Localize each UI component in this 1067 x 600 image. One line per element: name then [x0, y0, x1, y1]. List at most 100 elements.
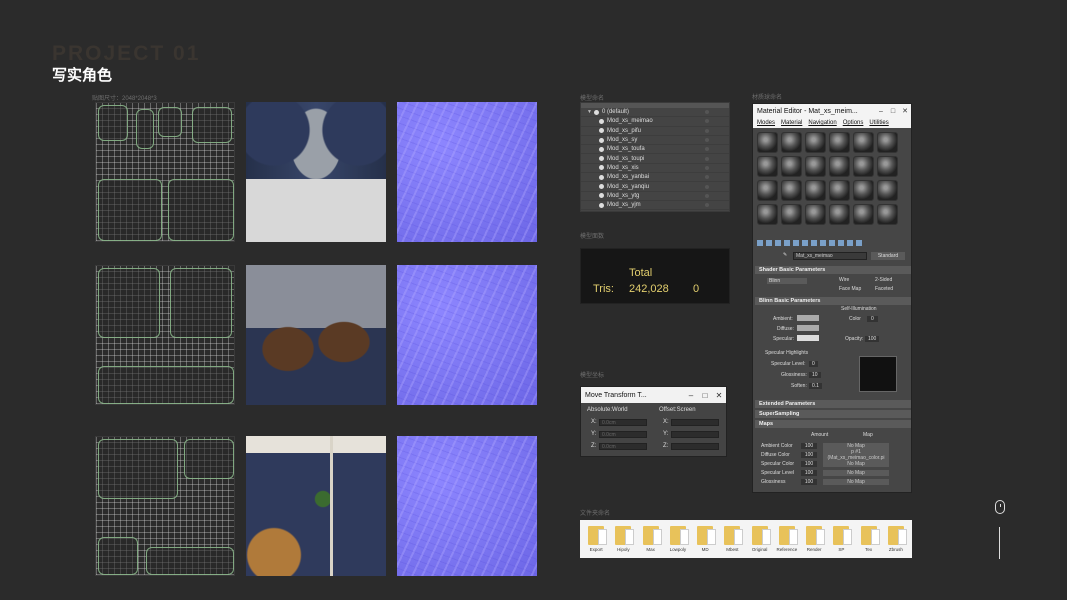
material-slot[interactable]	[805, 156, 826, 177]
scene-item[interactable]: Mod_xs_yanbai	[581, 173, 729, 183]
assign-material-icon[interactable]	[775, 240, 781, 246]
eyedropper-icon[interactable]: ✎	[783, 252, 787, 258]
folder-item[interactable]: Zbrush	[884, 526, 908, 552]
material-slot[interactable]	[877, 180, 898, 201]
material-slot[interactable]	[757, 180, 778, 201]
extended-params-rollout[interactable]: Extended Parameters	[755, 400, 911, 408]
material-slot[interactable]	[853, 132, 874, 153]
layer-default[interactable]: ▼ 0 (default)	[581, 108, 729, 118]
folder-item[interactable]: Mbest	[720, 526, 744, 552]
material-slot[interactable]	[829, 204, 850, 225]
specular-swatch[interactable]	[797, 335, 819, 341]
material-slot[interactable]	[757, 156, 778, 177]
folder-item[interactable]: MD	[693, 526, 717, 552]
get-material-icon[interactable]	[757, 240, 763, 246]
shader-select[interactable]: Blinn	[767, 278, 807, 284]
minimize-button[interactable]: –	[875, 108, 887, 115]
maximize-button[interactable]: □	[887, 108, 899, 115]
go-sibling-icon[interactable]	[856, 240, 862, 246]
put-to-scene-icon[interactable]	[766, 240, 772, 246]
spec-level-value[interactable]: 0	[809, 361, 818, 367]
scene-item[interactable]: Mod_xs_toupi	[581, 154, 729, 164]
scene-item[interactable]: Mod_xs_yanqiu	[581, 182, 729, 192]
material-slot[interactable]	[829, 132, 850, 153]
material-slot[interactable]	[781, 204, 802, 225]
self-illum-value[interactable]: 0	[867, 316, 878, 322]
off-y-field[interactable]	[671, 431, 719, 438]
material-slot[interactable]	[781, 156, 802, 177]
go-parent-icon[interactable]	[847, 240, 853, 246]
material-slot[interactable]	[877, 132, 898, 153]
material-slot[interactable]	[853, 180, 874, 201]
close-button[interactable]: ✕	[712, 391, 726, 400]
show-end-icon[interactable]	[838, 240, 844, 246]
close-button[interactable]: ✕	[899, 107, 911, 115]
abs-x-field[interactable]: 0.0cm	[599, 419, 647, 426]
menu-material[interactable]: Material	[781, 120, 802, 126]
opacity-value[interactable]: 100	[865, 336, 880, 342]
material-slot[interactable]	[853, 204, 874, 225]
minimize-button[interactable]: –	[684, 391, 698, 400]
folder-item[interactable]: Hipoly	[611, 526, 635, 552]
material-slot[interactable]	[781, 132, 802, 153]
soften-value[interactable]: 0.1	[809, 383, 822, 389]
material-editor-title: Material Editor - Mat_xs_meim...	[757, 107, 858, 115]
folder-icon	[887, 526, 907, 545]
off-x-field[interactable]	[671, 419, 719, 426]
two-sided-checkbox[interactable]: 2-Sided	[875, 277, 892, 283]
scene-item[interactable]: Mod_xs_ytg	[581, 192, 729, 201]
folder-item[interactable]: Reference	[775, 526, 799, 552]
maps-rollout[interactable]: Maps	[755, 420, 911, 428]
ambient-swatch[interactable]	[797, 315, 819, 321]
folder-item[interactable]: Export	[584, 526, 608, 552]
wire-checkbox[interactable]: Wire	[839, 277, 849, 283]
material-slot[interactable]	[781, 180, 802, 201]
material-slot[interactable]	[829, 156, 850, 177]
material-id-icon[interactable]	[820, 240, 826, 246]
folder-item[interactable]: Original	[748, 526, 772, 552]
face-map-checkbox[interactable]: Face Map	[839, 286, 861, 292]
material-slot[interactable]	[757, 132, 778, 153]
scene-item[interactable]: Mod_xs_toufa	[581, 145, 729, 155]
menu-navigation[interactable]: Navigation	[808, 120, 836, 126]
material-slot[interactable]	[877, 156, 898, 177]
faceted-checkbox[interactable]: Faceted	[875, 286, 893, 292]
unique-icon[interactable]	[802, 240, 808, 246]
material-slot[interactable]	[829, 180, 850, 201]
folder-item[interactable]: Max	[639, 526, 663, 552]
abs-z-field[interactable]: 0.0cm	[599, 443, 647, 450]
copy-material-icon[interactable]	[793, 240, 799, 246]
glossiness-value[interactable]: 10	[809, 372, 821, 378]
folder-item[interactable]: Tex	[857, 526, 881, 552]
visibility-icon	[599, 184, 604, 190]
material-slot[interactable]	[853, 156, 874, 177]
scene-item[interactable]: Mod_xs_xis	[581, 164, 729, 174]
supersampling-rollout[interactable]: SuperSampling	[755, 410, 911, 418]
off-z-field[interactable]	[671, 443, 719, 450]
blinn-basic-rollout[interactable]: Blinn Basic Parameters	[755, 297, 911, 305]
material-slot[interactable]	[757, 204, 778, 225]
material-slot[interactable]	[805, 132, 826, 153]
menu-modes[interactable]: Modes	[757, 120, 775, 126]
material-name-field[interactable]: Mat_xs_meimao	[793, 252, 867, 260]
show-map-icon[interactable]	[829, 240, 835, 246]
folder-item[interactable]: Render	[802, 526, 826, 552]
scene-item[interactable]: Mod_xs_meimao	[581, 117, 729, 127]
abs-y-field[interactable]: 0.0cm	[599, 431, 647, 438]
reset-map-icon[interactable]	[784, 240, 790, 246]
material-slot[interactable]	[805, 180, 826, 201]
diffuse-swatch[interactable]	[797, 325, 819, 331]
shader-basic-rollout[interactable]: Shader Basic Parameters	[755, 266, 911, 274]
material-slot[interactable]	[877, 204, 898, 225]
maximize-button[interactable]: □	[698, 391, 712, 400]
scene-item[interactable]: Mod_xs_pifu	[581, 127, 729, 136]
scene-item[interactable]: Mod_xs_sy	[581, 136, 729, 146]
material-type-button[interactable]: Standard	[871, 252, 905, 260]
folder-item[interactable]: Lowpoly	[666, 526, 690, 552]
folder-item[interactable]: SP	[829, 526, 853, 552]
material-slot[interactable]	[805, 204, 826, 225]
menu-utilities[interactable]: Utilities	[869, 120, 888, 126]
scene-item[interactable]: Mod_xs_yjm	[581, 201, 729, 211]
menu-options[interactable]: Options	[843, 120, 864, 126]
put-library-icon[interactable]	[811, 240, 817, 246]
